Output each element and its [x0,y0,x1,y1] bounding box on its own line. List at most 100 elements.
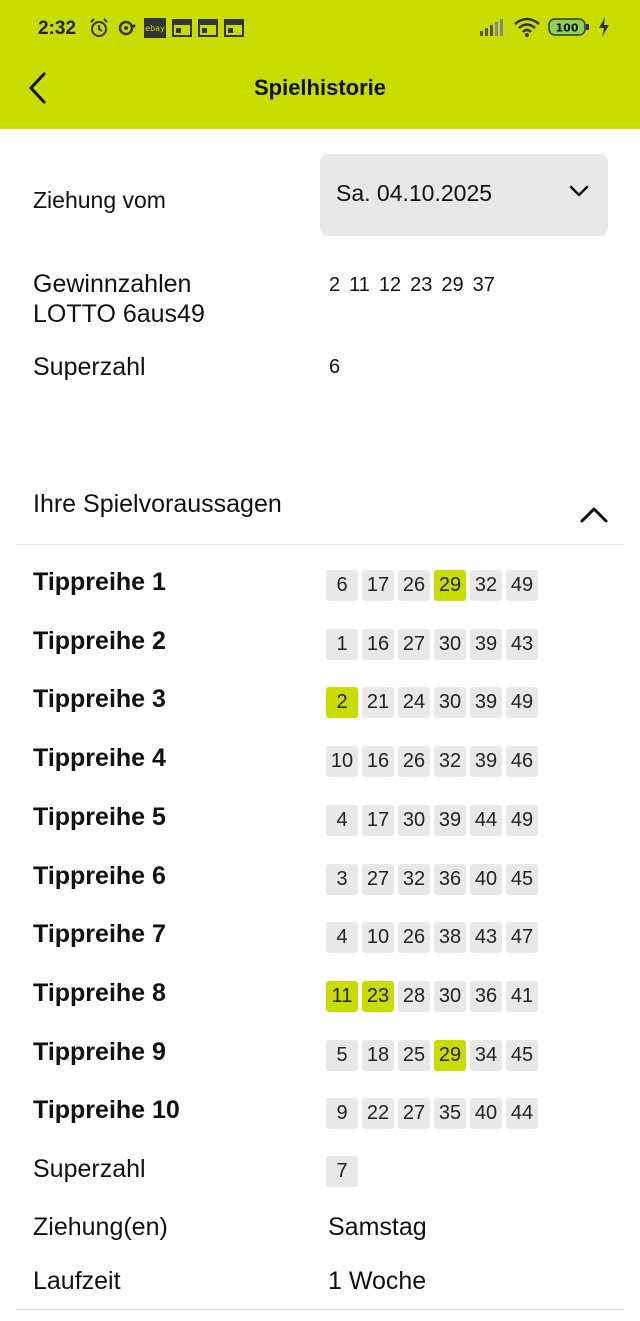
sync-icon [116,17,138,44]
predictions-superzahl: 7 [326,1156,358,1187]
svg-text:ebay: ebay [145,24,165,33]
number-chip: 49 [506,570,538,601]
number-chip: 16 [362,746,394,777]
number-chip: 25 [398,1040,430,1071]
collapse-button[interactable] [578,505,610,530]
number-chip: 7 [326,1156,358,1187]
duration-value: 1 Woche [328,1267,427,1295]
number-chip: 30 [434,687,466,718]
number-chip: 34 [470,1040,502,1071]
tippreihe-label: Tippreihe 4 [33,744,166,772]
tippreihe-numbers: 1 16 27 30 39 43 [326,629,538,660]
number-chip: 27 [398,1098,430,1129]
number-chip: 36 [434,864,466,895]
number-chip: 26 [398,922,430,953]
tippreihe-numbers: 3 27 32 36 40 45 [326,864,538,895]
tippreihe-label: Tippreihe 1 [33,568,166,596]
winning-number: 12 [378,274,402,296]
number-chip: 39 [470,746,502,777]
charging-icon [598,17,610,42]
number-chip: 17 [362,805,394,836]
number-chip: 30 [398,805,430,836]
draws-value: Samstag [328,1213,427,1241]
winning-numbers: 2 11 12 23 29 37 [329,274,495,297]
divider [16,1309,624,1310]
number-chip: 21 [362,687,394,718]
predictions-title: Ihre Spielvoraussagen [33,490,282,518]
app-header: 2:32 ebay 100 Spielhistorie [0,0,640,129]
number-chip: 30 [434,629,466,660]
number-chip: 45 [506,864,538,895]
number-chip: 43 [506,629,538,660]
number-chip: 10 [326,746,358,777]
draw-date-select[interactable]: Sa. 04.10.2025 [320,154,608,236]
winning-label-line1: Gewinnzahlen [33,270,192,298]
tippreihe-label: Tippreihe 6 [33,862,166,890]
tippreihe-numbers: 10 16 26 32 39 46 [326,746,538,777]
system-icons: 100 [480,17,610,42]
number-chip: 10 [362,922,394,953]
tippreihe-label: Tippreihe 3 [33,685,166,713]
number-chip: 40 [470,1098,502,1129]
tippreihe-numbers: 11 23 28 30 36 41 [326,981,538,1012]
number-chip: 40 [470,864,502,895]
number-chip: 32 [398,864,430,895]
number-chip: 30 [434,981,466,1012]
number-chip: 32 [434,746,466,777]
number-chip-hit: 2 [326,687,358,718]
number-chip: 39 [470,687,502,718]
winning-number: 29 [441,274,464,296]
number-chip-hit: 29 [434,570,466,601]
number-chip: 47 [506,922,538,953]
calendar-icon [172,19,192,42]
number-chip: 36 [470,981,502,1012]
tippreihe-numbers: 4 10 26 38 43 47 [326,922,538,953]
ebay-app-icon: ebay [144,18,166,43]
number-chip: 39 [470,629,502,660]
number-chip: 6 [326,570,358,601]
number-chip: 9 [326,1098,358,1129]
draw-date-value: Sa. 04.10.2025 [336,180,493,206]
tippreihe-numbers: 5 18 25 29 34 45 [326,1040,538,1071]
winning-number: 23 [410,274,433,296]
tippreihe-label: Tippreihe 9 [33,1038,166,1066]
tippreihe-label: Tippreihe 10 [33,1096,180,1124]
number-chip-hit: 29 [434,1040,466,1071]
number-chip: 22 [362,1098,394,1129]
tippreihe-label: Tippreihe 5 [33,803,166,831]
chevron-down-icon [568,184,590,203]
superzahl-value: 6 [329,356,341,378]
number-chip: 26 [398,570,430,601]
number-chip: 27 [362,864,394,895]
number-chip: 44 [470,805,502,836]
tippreihe-numbers: 9 22 27 35 40 44 [326,1098,538,1129]
number-chip: 43 [470,922,502,953]
winning-number: 2 [329,274,341,296]
number-chip: 32 [470,570,502,601]
tippreihe-numbers: 4 17 30 39 44 49 [326,805,538,836]
chevron-up-icon [580,507,608,523]
number-chip: 46 [506,746,538,777]
number-chip: 38 [434,922,466,953]
number-chip: 4 [326,922,358,953]
number-chip: 4 [326,805,358,836]
signal-icon [480,18,506,41]
number-chip: 41 [506,981,538,1012]
battery-level: 100 [556,22,579,35]
calendar-icon [224,19,244,42]
divider [16,544,624,545]
number-chip: 49 [506,687,538,718]
predictions-superzahl-label: Superzahl [33,1155,146,1183]
number-chip: 5 [326,1040,358,1071]
number-chip: 18 [362,1040,394,1071]
number-chip-hit: 23 [362,981,394,1012]
number-chip: 26 [398,746,430,777]
calendar-icon [198,19,218,42]
winning-number: 11 [349,274,370,296]
number-chip: 49 [506,805,538,836]
date-label: Ziehung vom [33,187,166,213]
tippreihe-numbers: 6 17 26 29 32 49 [326,570,538,601]
draws-label: Ziehung(en) [33,1213,168,1241]
status-time: 2:32 [38,18,77,39]
tippreihe-label: Tippreihe 8 [33,979,166,1007]
